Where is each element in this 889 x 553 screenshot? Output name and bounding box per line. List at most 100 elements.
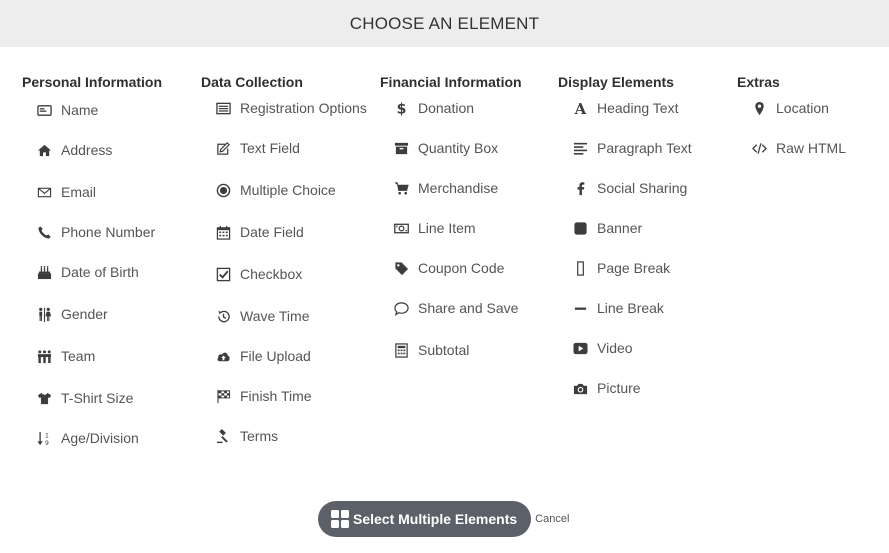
element-option-team[interactable]: Team — [35, 346, 95, 366]
element-option-quantity-box[interactable]: Quantity Box — [392, 138, 498, 158]
element-option-subtotal[interactable]: Subtotal — [392, 340, 469, 360]
svg-text:$: $ — [396, 101, 406, 115]
element-option-date-of-birth[interactable]: Date of Birth — [35, 262, 139, 282]
modal-title: CHOOSE AN ELEMENT — [349, 13, 540, 33]
tag-icon — [392, 259, 410, 277]
sort-numeric-icon: 19 — [35, 429, 53, 447]
element-option-date-field[interactable]: Date Field — [214, 222, 304, 242]
element-option-label: Quantity Box — [418, 140, 499, 156]
element-option-share-and-save[interactable]: Share and Save — [392, 298, 518, 318]
element-option-label: Terms — [240, 428, 279, 444]
element-option-checkbox[interactable]: Checkbox — [214, 264, 302, 284]
tshirt-icon — [35, 389, 53, 407]
element-option-label: Page Break — [597, 260, 671, 276]
element-option-page-break[interactable]: Page Break — [571, 258, 670, 278]
id-card-icon — [35, 101, 53, 119]
element-option-label: Registration Options — [240, 100, 367, 116]
element-option-terms[interactable]: Terms — [214, 426, 278, 446]
element-option-phone-number[interactable]: Phone Number — [35, 222, 155, 242]
phone-icon — [35, 223, 53, 241]
cloud-upload-icon — [214, 347, 232, 365]
element-option-registration-options[interactable]: Registration Options — [214, 98, 367, 118]
font-icon: A — [571, 99, 589, 117]
element-option-label: Social Sharing — [597, 180, 688, 196]
calendar-icon — [214, 223, 232, 241]
element-option-label: T-Shirt Size — [61, 390, 134, 406]
element-option-label: Raw HTML — [776, 140, 847, 156]
archive-icon — [392, 139, 410, 157]
column-heading: Extras — [737, 74, 780, 90]
element-option-label: Line Item — [418, 220, 476, 236]
facebook-icon — [571, 179, 589, 197]
element-option-label: Gender — [61, 306, 108, 322]
checkered-flag-icon — [214, 387, 232, 405]
comment-icon — [392, 299, 410, 317]
element-option-coupon-code[interactable]: Coupon Code — [392, 258, 504, 278]
element-option-line-item[interactable]: Line Item — [392, 218, 476, 238]
element-option-label: Multiple Choice — [240, 182, 336, 198]
select-multiple-button[interactable]: Select Multiple Elements — [318, 501, 532, 537]
team-icon — [35, 347, 53, 365]
element-option-label: Paragraph Text — [597, 140, 692, 156]
element-option-paragraph-text[interactable]: Paragraph Text — [571, 138, 692, 158]
svg-text:A: A — [573, 101, 586, 116]
element-option-name[interactable]: Name — [35, 100, 98, 120]
element-option-merchandise[interactable]: Merchandise — [392, 178, 498, 198]
column-heading: Financial Information — [380, 74, 522, 90]
svg-text:1: 1 — [44, 432, 48, 439]
element-option-label: Line Break — [597, 300, 664, 316]
element-option-gender[interactable]: Gender — [35, 304, 108, 324]
element-option-email[interactable]: Email — [35, 182, 96, 202]
element-option-heading-text[interactable]: A Heading Text — [571, 98, 678, 118]
element-option-label: Text Field — [240, 140, 300, 156]
element-option-line-break[interactable]: Line Break — [571, 298, 664, 318]
element-option-label: Subtotal — [418, 342, 470, 358]
element-option-age-division[interactable]: 1 9 Age/Division — [35, 428, 139, 448]
element-option-t-shirt-size[interactable]: T-Shirt Size — [35, 388, 133, 408]
male-female-icon — [35, 305, 53, 323]
map-marker-icon — [750, 99, 768, 117]
element-option-video[interactable]: Video — [571, 338, 633, 358]
calculator-icon — [392, 341, 410, 359]
element-option-label: Heading Text — [597, 100, 679, 116]
birthday-cake-icon — [35, 263, 53, 281]
element-option-multiple-choice[interactable]: Multiple Choice — [214, 180, 336, 200]
element-option-label: Name — [61, 102, 99, 118]
play-icon — [571, 339, 589, 357]
element-option-file-upload[interactable]: File Upload — [214, 346, 311, 366]
element-option-address[interactable]: Address — [35, 140, 112, 160]
element-option-label: Date Field — [240, 224, 304, 240]
element-option-finish-time[interactable]: Finish Time — [214, 386, 312, 406]
grid-icon — [331, 510, 349, 528]
element-option-banner[interactable]: Banner — [571, 218, 642, 238]
money-bill-icon — [392, 219, 410, 237]
element-option-label: Email — [61, 184, 97, 200]
column-heading: Display Elements — [558, 74, 674, 90]
element-option-donation[interactable]: $ Donation — [392, 98, 474, 118]
align-left-icon — [571, 139, 589, 157]
element-option-label: Phone Number — [61, 224, 156, 240]
element-option-social-sharing[interactable]: Social Sharing — [571, 178, 687, 198]
checkbox-icon — [214, 265, 232, 283]
element-option-label: Finish Time — [240, 388, 312, 404]
element-option-wave-time[interactable]: Wave Time — [214, 306, 310, 326]
element-option-label: Share and Save — [418, 300, 519, 316]
element-option-raw-html[interactable]: Raw HTML — [750, 138, 846, 158]
modal-footer: Select Multiple Elements Cancel — [318, 501, 569, 537]
list-icon — [214, 99, 232, 117]
edit-icon — [214, 139, 232, 157]
element-option-label: Merchandise — [418, 180, 499, 196]
element-option-location[interactable]: Location — [750, 98, 829, 118]
element-option-text-field[interactable]: Text Field — [214, 138, 300, 158]
element-option-label: Location — [776, 100, 829, 116]
element-option-label: Checkbox — [240, 266, 303, 282]
cancel-link[interactable]: Cancel — [535, 513, 569, 525]
modal-header: CHOOSE AN ELEMENT — [0, 0, 889, 47]
envelope-icon — [35, 183, 53, 201]
shopping-cart-icon — [392, 179, 410, 197]
dollar-icon: $ — [392, 99, 410, 117]
element-option-label: Donation — [418, 100, 475, 116]
element-option-picture[interactable]: Picture — [571, 378, 641, 398]
radio-icon — [214, 181, 232, 199]
select-multiple-label: Select Multiple Elements — [353, 511, 518, 527]
